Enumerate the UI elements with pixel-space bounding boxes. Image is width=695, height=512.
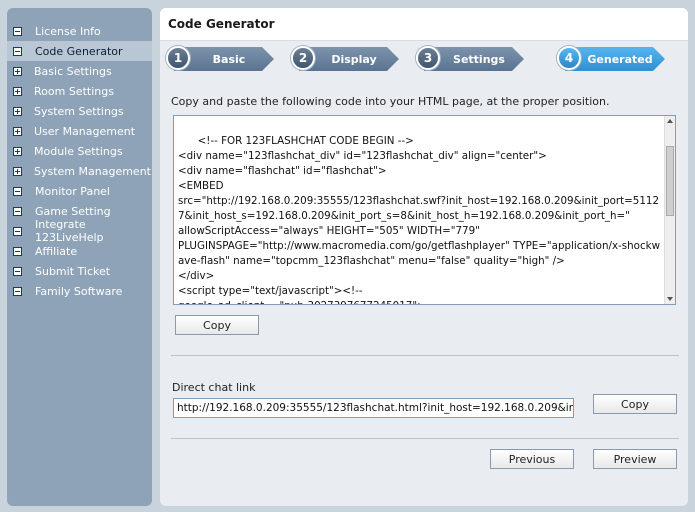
sidebar-item-code-generator[interactable]: Code Generator — [7, 41, 152, 61]
sidebar-item-label: Submit Ticket — [35, 264, 111, 278]
step-label: Generated — [587, 53, 653, 66]
direct-link-label: Direct chat link — [172, 381, 256, 394]
step-number: 1 — [166, 46, 190, 70]
sidebar-item-label: License Info — [35, 24, 101, 38]
sidebar-item-submit-ticket[interactable]: Submit Ticket — [7, 261, 152, 281]
step-display[interactable]: 2 Display — [291, 44, 401, 74]
main-panel: Code Generator 1 Basic 2 Display 3 Setti… — [160, 8, 688, 506]
expand-plus-icon[interactable] — [13, 86, 22, 96]
sidebar-item-module-settings[interactable]: Module Settings — [7, 141, 152, 161]
sidebar-item-label: Affiliate — [35, 244, 78, 258]
collapse-minus-icon[interactable] — [13, 266, 22, 276]
sidebar-item-room-settings[interactable]: Room Settings — [7, 81, 152, 101]
sidebar-item-label: Basic Settings — [34, 64, 112, 78]
step-label: Display — [331, 53, 377, 66]
divider — [171, 438, 679, 439]
scroll-down-icon[interactable] — [667, 297, 673, 301]
sidebar-item-label: User Management — [34, 124, 136, 138]
sidebar-item-label: Module Settings — [34, 144, 123, 158]
expand-plus-icon[interactable] — [13, 146, 22, 156]
collapse-minus-icon[interactable] — [13, 26, 22, 36]
step-number: 2 — [291, 46, 315, 70]
sidebar-item-user-management[interactable]: User Management — [7, 121, 152, 141]
collapse-minus-icon[interactable] — [13, 186, 22, 196]
code-scrollbar[interactable] — [664, 116, 675, 304]
instruction-text: Copy and paste the following code into y… — [171, 95, 610, 108]
sidebar-item-label: System Settings — [34, 104, 124, 118]
step-basic[interactable]: 1 Basic — [166, 44, 276, 74]
step-label: Basic — [212, 53, 246, 66]
collapse-minus-icon[interactable] — [13, 286, 22, 296]
sidebar-item-system-management[interactable]: System Management — [7, 161, 152, 181]
sidebar-item-monitor-panel[interactable]: Monitor Panel — [7, 181, 152, 201]
code-textarea[interactable]: <!-- FOR 123FLASHCHAT CODE BEGIN --> <di… — [173, 115, 676, 305]
sidebar-item-family-software[interactable]: Family Software — [7, 281, 152, 301]
sidebar-item-basic-settings[interactable]: Basic Settings — [7, 61, 152, 81]
sidebar-item-label: Integrate 123LiveHelp — [35, 218, 104, 244]
collapse-minus-icon[interactable] — [13, 246, 22, 256]
previous-button[interactable]: Previous — [490, 449, 574, 469]
step-settings[interactable]: 3 Settings — [416, 44, 526, 74]
expand-plus-icon[interactable] — [13, 106, 22, 116]
collapse-minus-icon[interactable] — [13, 46, 22, 56]
main-header: Code Generator — [160, 8, 688, 41]
step-label: Settings — [453, 53, 505, 66]
step-generated[interactable]: 4 Generated — [557, 44, 672, 74]
copy-code-button[interactable]: Copy — [175, 315, 259, 335]
sidebar-item-license-info[interactable]: License Info — [7, 21, 152, 41]
scroll-up-icon[interactable] — [667, 119, 673, 123]
expand-plus-icon[interactable] — [13, 126, 22, 136]
expand-plus-icon[interactable] — [13, 66, 22, 76]
code-text: <!-- FOR 123FLASHCHAT CODE BEGIN --> <di… — [178, 135, 660, 304]
collapse-minus-icon[interactable] — [13, 226, 22, 236]
sidebar-item-system-settings[interactable]: System Settings — [7, 101, 152, 121]
sidebar-item-label: Monitor Panel — [35, 184, 110, 198]
scroll-thumb[interactable] — [666, 146, 674, 216]
copy-link-button[interactable]: Copy — [593, 394, 677, 414]
content-area: Copy and paste the following code into y… — [166, 88, 682, 500]
step-number: 3 — [416, 46, 440, 70]
sidebar-item-label: Family Software — [35, 284, 123, 298]
divider — [171, 355, 679, 356]
sidebar-item-label: Room Settings — [34, 84, 114, 98]
sidebar-item-label: Code Generator — [35, 44, 123, 58]
collapse-minus-icon[interactable] — [13, 206, 22, 216]
sidebar-item-label: Game Setting — [35, 204, 111, 218]
direct-link-input[interactable]: http://192.168.0.209:35555/123flashchat.… — [173, 398, 574, 418]
sidebar: License Info Code Generator Basic Settings… — [7, 8, 152, 506]
preview-button[interactable]: Preview — [593, 449, 677, 469]
sidebar-item-affiliate[interactable]: Affiliate — [7, 241, 152, 261]
sidebar-item-label: System Management — [34, 164, 151, 178]
page-title: Code Generator — [168, 17, 275, 31]
sidebar-item-integrate-123livehelp[interactable]: Integrate 123LiveHelp — [7, 218, 152, 244]
expand-plus-icon[interactable] — [13, 166, 22, 176]
step-number: 4 — [557, 46, 581, 70]
